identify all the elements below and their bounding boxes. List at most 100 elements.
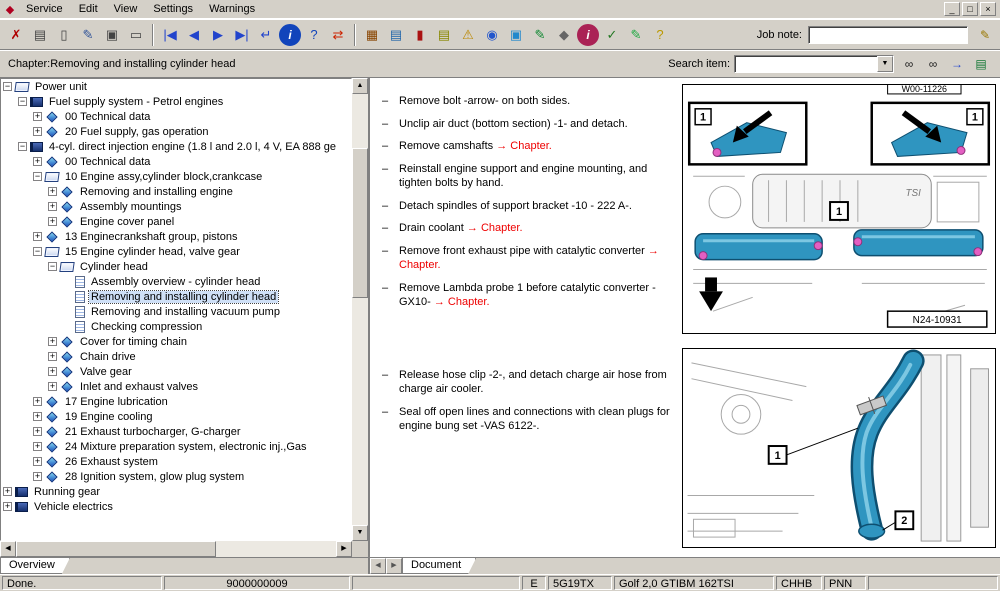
key-icon[interactable]: ◆ <box>552 22 576 47</box>
search-combobox[interactable]: ▼ <box>734 55 894 73</box>
menu-settings[interactable]: Settings <box>145 1 201 17</box>
expand-icon[interactable]: + <box>48 367 57 376</box>
scroll-up-icon[interactable]: ▲ <box>352 78 368 94</box>
edit-document-icon[interactable]: ✎ <box>76 22 100 47</box>
exit-icon[interactable]: ✗ <box>4 22 28 47</box>
help-icon[interactable]: ? <box>302 22 326 47</box>
tree-item[interactable]: Removing and installing cylinder head <box>1 289 351 304</box>
scroll-down-icon[interactable]: ▼ <box>352 525 368 541</box>
next-record-icon[interactable]: ▶ <box>206 22 230 47</box>
tree-item[interactable]: + Running gear <box>1 484 351 499</box>
tree-item[interactable]: + Valve gear <box>1 364 351 379</box>
service-info-icon[interactable]: i <box>576 22 600 47</box>
monitor-icon[interactable]: ▣ <box>504 22 528 47</box>
collapse-icon[interactable]: − <box>33 247 42 256</box>
chapter-link[interactable]: → Chapter. <box>467 222 523 234</box>
tree-item[interactable]: +24 Mixture preparation system, electron… <box>1 439 351 454</box>
chapter-link[interactable]: → Chapter. <box>399 245 659 272</box>
warning-icon[interactable]: ⚠ <box>456 22 480 47</box>
tree-item[interactable]: +28 Ignition system, glow plug system <box>1 469 351 484</box>
collapse-icon[interactable]: − <box>18 142 27 151</box>
tree-item[interactable]: +00 Technical data <box>1 109 351 124</box>
tree-item[interactable]: + Engine cover panel <box>1 214 351 229</box>
tree-item[interactable]: +17 Engine lubrication <box>1 394 351 409</box>
tree-item[interactable]: + Assembly mountings <box>1 199 351 214</box>
expand-icon[interactable]: + <box>33 457 42 466</box>
menu-service[interactable]: Service <box>18 1 71 17</box>
tree-item[interactable]: + Inlet and exhaust valves <box>1 379 351 394</box>
expand-icon[interactable]: + <box>48 352 57 361</box>
close-button[interactable]: × <box>980 2 996 16</box>
tree-item[interactable]: +00 Technical data <box>1 154 351 169</box>
first-record-icon[interactable]: |◀ <box>158 22 182 47</box>
return-icon[interactable]: ↵ <box>254 22 278 47</box>
tree-item[interactable]: − 15 Engine cylinder head, valve gear <box>1 244 351 259</box>
tree-item[interactable]: + Cover for timing chain <box>1 334 351 349</box>
job-note-input[interactable] <box>808 25 968 44</box>
expand-icon[interactable]: + <box>33 397 42 406</box>
last-record-icon[interactable]: ▶| <box>230 22 254 47</box>
documents-icon[interactable]: ▣ <box>100 22 124 47</box>
minimize-button[interactable]: _ <box>944 2 960 16</box>
chevron-down-icon[interactable]: ▼ <box>877 56 893 72</box>
scroll-right-icon[interactable]: ▶ <box>336 541 352 557</box>
search-go-icon[interactable]: → <box>946 53 968 75</box>
expand-icon[interactable]: + <box>33 472 42 481</box>
tree-item[interactable]: +13 Enginecrankshaft group, pistons <box>1 229 351 244</box>
expand-icon[interactable]: + <box>48 217 57 226</box>
expand-icon[interactable]: + <box>48 382 57 391</box>
search-document-icon[interactable]: ∞ <box>898 53 920 75</box>
expand-icon[interactable]: + <box>33 232 42 241</box>
info-icon[interactable]: i <box>278 22 302 47</box>
tree-item[interactable]: − Power unit <box>1 79 351 94</box>
query-icon[interactable]: ? <box>648 22 672 47</box>
print-icon[interactable]: ▤ <box>28 22 52 47</box>
vertical-scroll-thumb[interactable] <box>352 148 368 298</box>
tree-item[interactable]: + Vehicle electrics <box>1 499 351 514</box>
tree-item[interactable]: +19 Engine cooling <box>1 409 351 424</box>
collapse-icon[interactable]: − <box>48 262 57 271</box>
search-global-icon[interactable]: ∞ <box>922 53 944 75</box>
previous-record-icon[interactable]: ◀ <box>182 22 206 47</box>
new-document-icon[interactable]: ▯ <box>52 22 76 47</box>
expand-icon[interactable]: + <box>33 127 42 136</box>
expand-icon[interactable]: + <box>33 157 42 166</box>
tab-document[interactable]: Document <box>402 558 476 574</box>
collapse-icon[interactable]: − <box>3 82 12 91</box>
tree-item[interactable]: +26 Exhaust system <box>1 454 351 469</box>
tree-item[interactable]: Checking compression <box>1 319 351 334</box>
tree-item[interactable]: − 4-cyl. direct injection engine (1.8 l a… <box>1 139 351 154</box>
chapter-link[interactable]: → Chapter. <box>496 140 552 152</box>
menu-view[interactable]: View <box>106 1 146 17</box>
expand-icon[interactable]: + <box>3 502 12 511</box>
expand-icon[interactable]: + <box>48 187 57 196</box>
vehicle-data-icon[interactable]: ▭ <box>124 22 148 47</box>
tree-item[interactable]: − Fuel supply system - Petrol engines <box>1 94 351 109</box>
menu-edit[interactable]: Edit <box>71 1 106 17</box>
menu-warnings[interactable]: Warnings <box>201 1 263 17</box>
tab-overview[interactable]: Overview <box>0 558 70 574</box>
tab-scroll-right-icon[interactable]: ▶ <box>386 558 402 574</box>
check-doc-icon[interactable]: ✓ <box>600 22 624 47</box>
cards-icon[interactable]: ▦ <box>360 22 384 47</box>
write-icon[interactable]: ✎ <box>624 22 648 47</box>
tree-item[interactable]: +21 Exhaust turbocharger, G-charger <box>1 424 351 439</box>
expand-icon[interactable]: + <box>33 112 42 121</box>
scroll-left-icon[interactable]: ◀ <box>0 541 16 557</box>
edit-green-icon[interactable]: ✎ <box>528 22 552 47</box>
tree-item[interactable]: +20 Fuel supply, gas operation <box>1 124 351 139</box>
chapter-link[interactable]: → Chapter. <box>434 296 490 308</box>
tree-item[interactable]: + Chain drive <box>1 349 351 364</box>
search-list-icon[interactable]: ▤ <box>970 53 992 75</box>
expand-icon[interactable]: + <box>33 442 42 451</box>
horizontal-scroll-thumb[interactable] <box>16 541 216 557</box>
globe-icon[interactable]: ◉ <box>480 22 504 47</box>
expand-icon[interactable]: + <box>3 487 12 496</box>
tree-item[interactable]: + Removing and installing engine <box>1 184 351 199</box>
tree-item[interactable]: Removing and installing vacuum pump <box>1 304 351 319</box>
tree-horizontal-scrollbar[interactable]: ◀ ▶ <box>0 541 352 557</box>
collapse-icon[interactable]: − <box>18 97 27 106</box>
print-list-icon[interactable]: ▤ <box>384 22 408 47</box>
collapse-icon[interactable]: − <box>33 172 42 181</box>
swap-icon[interactable]: ⇄ <box>326 22 350 47</box>
